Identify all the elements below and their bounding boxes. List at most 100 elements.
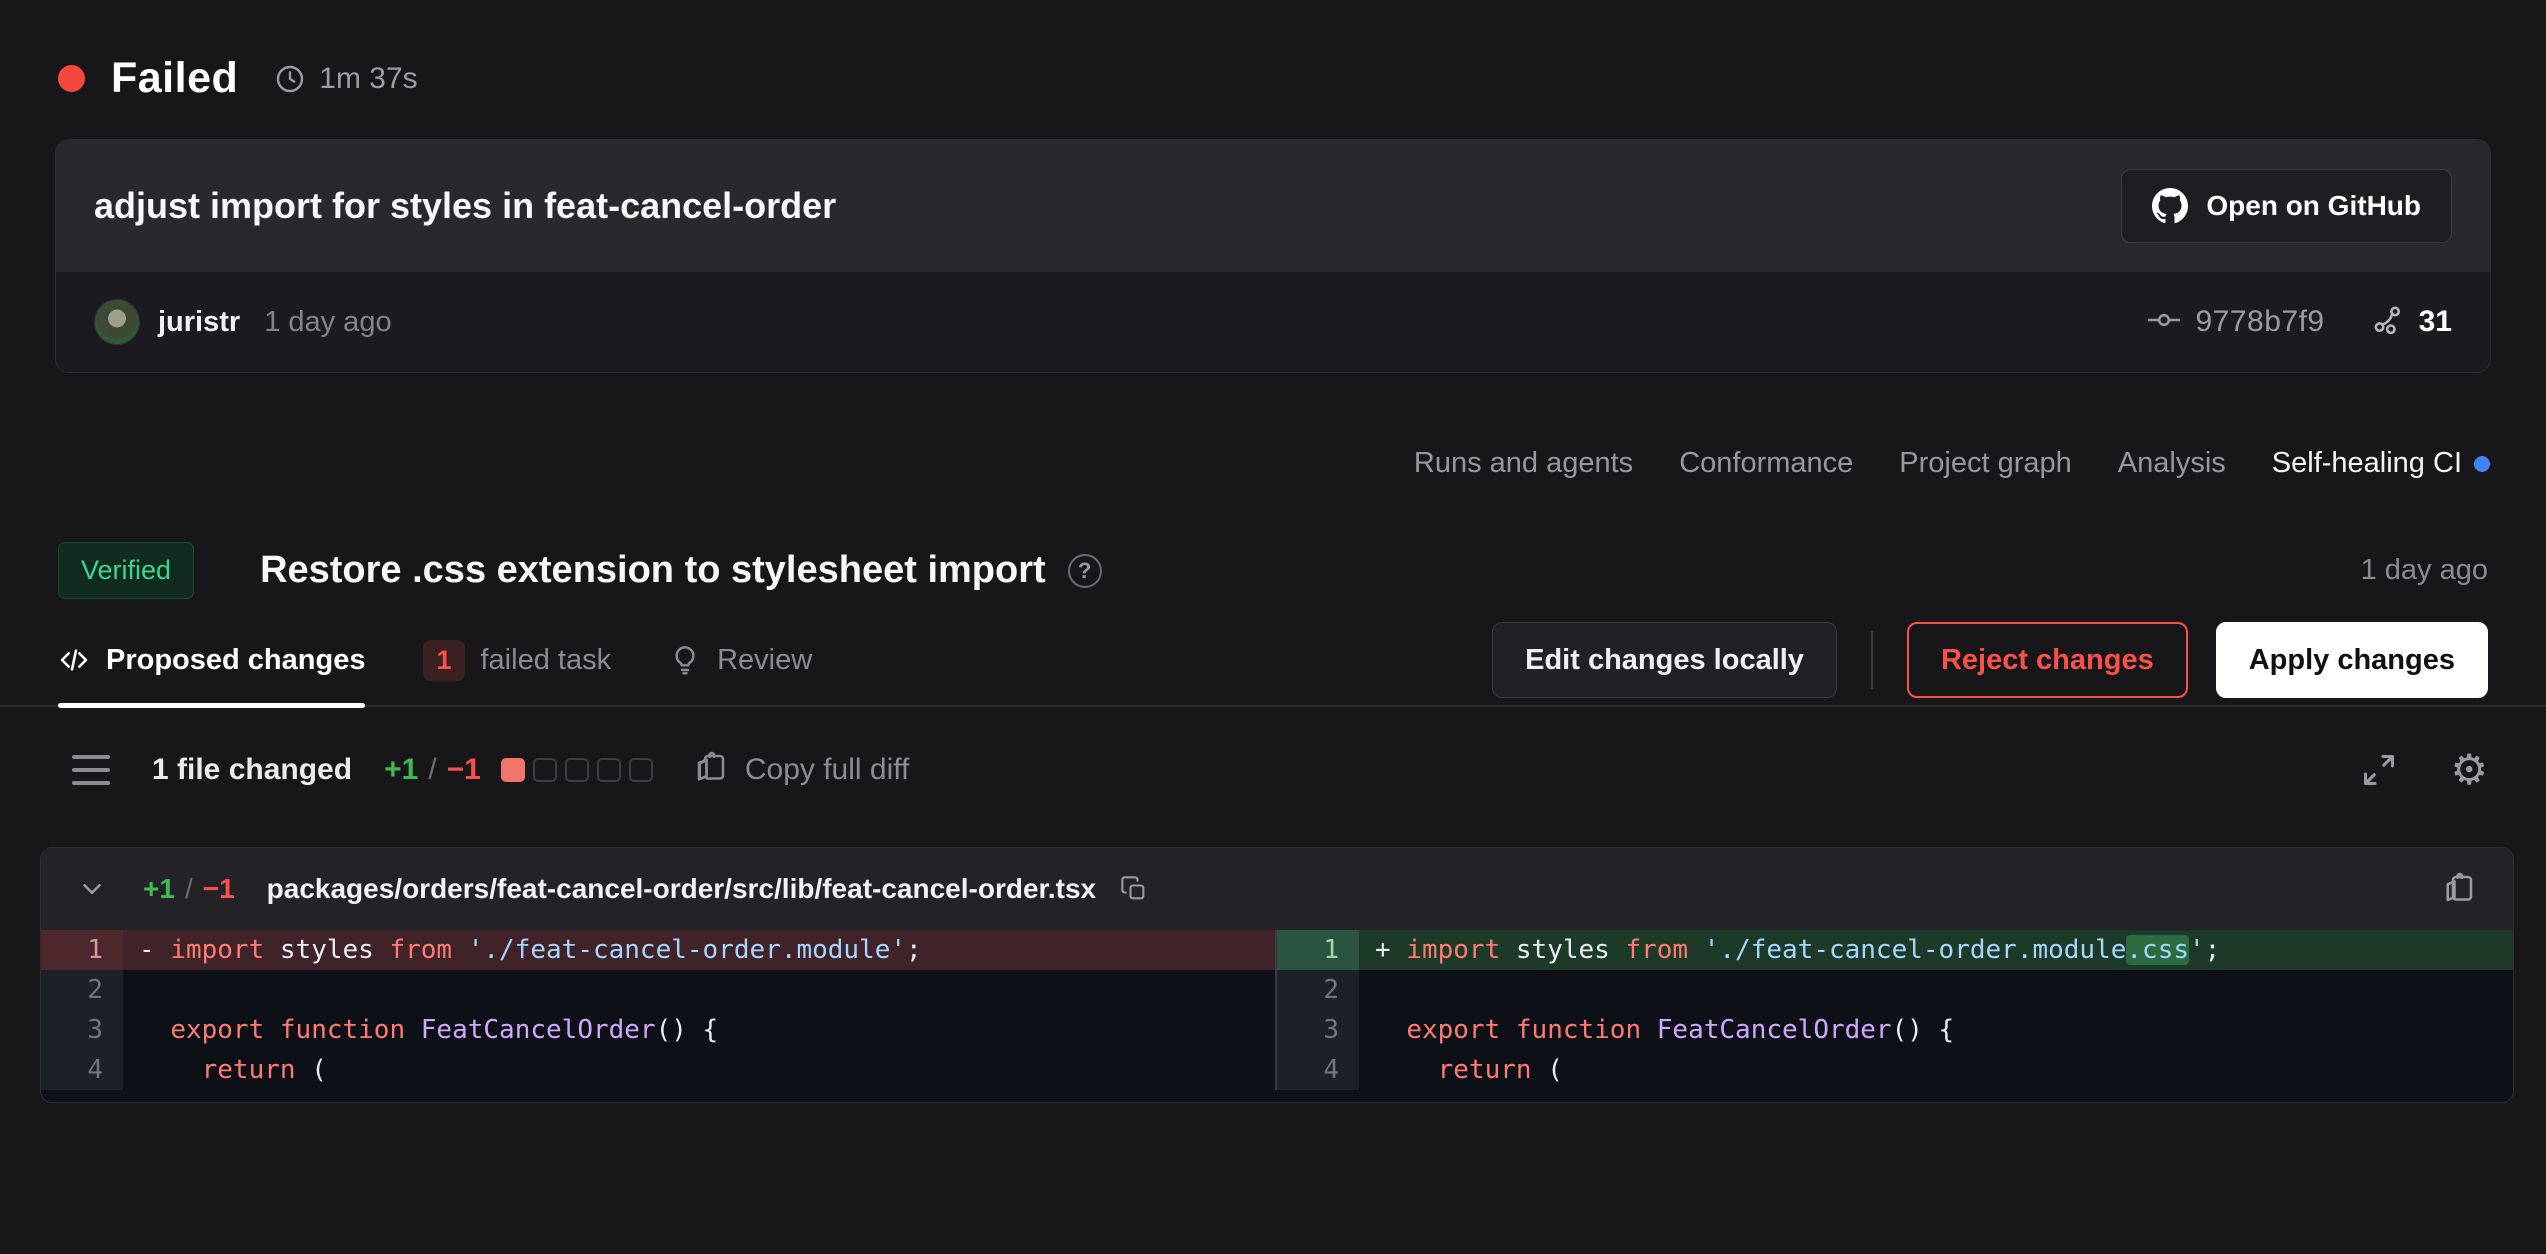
diff-toolbar-right: ⚙ — [2360, 749, 2488, 791]
line-content: return ( — [123, 1050, 1275, 1090]
diff-line[interactable]: 3 export function FeatCancelOrder() { — [1277, 1010, 2513, 1050]
line-number: 4 — [41, 1050, 123, 1090]
run-duration: 1m 37s — [274, 62, 417, 96]
stat-separator: / — [428, 753, 436, 787]
nav-runs-and-agents[interactable]: Runs and agents — [1414, 447, 1633, 480]
line-content: - import styles from './feat-cancel-orde… — [123, 930, 1275, 970]
fix-time: 1 day ago — [2361, 554, 2488, 587]
copy-full-diff-button[interactable]: Copy full diff — [693, 750, 910, 791]
additions-count: +1 — [384, 753, 418, 787]
tab-review-label: Review — [717, 644, 812, 677]
diff-line-added[interactable]: 1 + import styles from './feat-cancel-or… — [1277, 930, 2513, 970]
copy-file-diff-icon[interactable] — [2441, 871, 2477, 907]
diff-split-view: 1 - import styles from './feat-cancel-or… — [41, 930, 2513, 1102]
code-icon — [58, 644, 90, 676]
diff-pane-old: 1 - import styles from './feat-cancel-or… — [41, 930, 1277, 1090]
tab-failed-task-label: failed task — [481, 644, 612, 677]
nav-analysis[interactable]: Analysis — [2118, 447, 2226, 480]
commit-hash: 9778b7f9 — [2195, 305, 2324, 339]
clock-icon — [274, 63, 306, 95]
apply-changes-button[interactable]: Apply changes — [2216, 622, 2488, 698]
blue-dot-indicator — [2474, 456, 2490, 472]
open-on-github-button[interactable]: Open on GitHub — [2121, 169, 2452, 243]
copy-full-diff-label: Copy full diff — [745, 753, 910, 787]
diff-stats: +1 / −1 — [384, 753, 481, 787]
diff-block-empty — [629, 758, 653, 782]
failed-status-dot — [58, 65, 85, 92]
diff-blocks-indicator — [501, 758, 653, 782]
tabs-row: Proposed changes 1 failed task Review Ed… — [0, 615, 2546, 707]
diff-block-empty — [565, 758, 589, 782]
open-on-github-label: Open on GitHub — [2206, 190, 2421, 222]
github-icon — [2152, 188, 2188, 224]
line-number: 1 — [41, 930, 123, 970]
nav-project-graph[interactable]: Project graph — [1899, 447, 2072, 480]
commit-refs: 9778b7f9 31 — [2147, 303, 2452, 342]
tabs: Proposed changes 1 failed task Review — [58, 615, 812, 705]
author-name[interactable]: juristr — [158, 306, 240, 339]
line-content: + import styles from './feat-cancel-orde… — [1359, 930, 2513, 970]
action-buttons: Edit changes locally Reject changes Appl… — [1492, 622, 2488, 698]
diff-pane-new: 1 + import styles from './feat-cancel-or… — [1277, 930, 2513, 1090]
line-content: export function FeatCancelOrder() { — [123, 1010, 1275, 1050]
line-content — [123, 970, 1275, 1010]
chevron-down-icon[interactable] — [77, 874, 107, 904]
diff-line[interactable]: 2 — [41, 970, 1275, 1010]
run-duration-text: 1m 37s — [319, 62, 417, 96]
line-number: 2 — [41, 970, 123, 1010]
verified-badge: Verified — [58, 542, 194, 599]
expand-icon[interactable] — [2360, 751, 2398, 789]
tab-proposed-changes-label: Proposed changes — [106, 644, 365, 677]
commit-card-header: adjust import for styles in feat-cancel-… — [56, 140, 2490, 272]
files-changed-label: 1 file changed — [152, 753, 352, 787]
failed-count-badge: 1 — [423, 640, 464, 681]
file-path: packages/orders/feat-cancel-order/src/li… — [267, 873, 1096, 905]
diff-block-empty — [533, 758, 557, 782]
commit-hash-ref[interactable]: 9778b7f9 — [2147, 303, 2324, 342]
file-additions: +1 — [143, 873, 175, 905]
diff-line-removed[interactable]: 1 - import styles from './feat-cancel-or… — [41, 930, 1275, 970]
diff-line[interactable]: 3 export function FeatCancelOrder() { — [41, 1010, 1275, 1050]
nav-self-healing-ci-label: Self-healing CI — [2272, 447, 2462, 480]
self-healing-ci-page: Failed 1m 37s adjust import for styles i… — [0, 0, 2546, 1254]
word-diff-highlight: .css — [2126, 935, 2189, 965]
help-icon[interactable]: ? — [1068, 554, 1102, 588]
line-content — [1359, 970, 2513, 1010]
file-diff-stats: +1 / −1 — [143, 873, 235, 905]
branch-count: 31 — [2419, 305, 2452, 339]
avatar[interactable] — [94, 299, 140, 345]
file-stat-separator: / — [185, 873, 193, 905]
edit-changes-locally-button[interactable]: Edit changes locally — [1492, 622, 1837, 698]
diff-block-filled — [501, 758, 525, 782]
commit-card-meta: juristr 1 day ago 9778b7f9 — [56, 272, 2490, 372]
reject-changes-button[interactable]: Reject changes — [1907, 622, 2188, 698]
run-status-label: Failed — [111, 54, 238, 103]
fix-heading-row: Verified Restore .css extension to style… — [0, 542, 2546, 599]
branch-ref[interactable]: 31 — [2371, 303, 2452, 342]
tab-proposed-changes[interactable]: Proposed changes — [58, 615, 365, 705]
fix-title: Restore .css extension to stylesheet imp… — [260, 549, 1046, 592]
clipboard-icon — [693, 750, 729, 791]
nav-self-healing-ci[interactable]: Self-healing CI — [2272, 447, 2490, 480]
commit-message: adjust import for styles in feat-cancel-… — [94, 185, 836, 227]
line-content: return ( — [1359, 1050, 2513, 1090]
tab-failed-task[interactable]: 1 failed task — [423, 615, 611, 705]
deletions-count: −1 — [447, 753, 481, 787]
diff-line[interactable]: 4 return ( — [1277, 1050, 2513, 1090]
git-branch-icon — [2371, 303, 2405, 342]
diff-line[interactable]: 4 return ( — [41, 1050, 1275, 1090]
commit-card: adjust import for styles in feat-cancel-… — [55, 139, 2491, 373]
diff-block-empty — [597, 758, 621, 782]
file-list-menu-icon[interactable] — [72, 755, 110, 785]
copy-path-icon[interactable] — [1120, 875, 1148, 903]
diff-toolbar: 1 file changed +1 / −1 Copy full diff — [0, 749, 2546, 791]
diff-file-header: +1 / −1 packages/orders/feat-cancel-orde… — [41, 848, 2513, 930]
file-deletions: −1 — [203, 873, 235, 905]
nav-conformance[interactable]: Conformance — [1679, 447, 1853, 480]
line-number: 3 — [41, 1010, 123, 1050]
git-commit-icon — [2147, 303, 2181, 342]
tab-review[interactable]: Review — [669, 615, 812, 705]
line-content: export function FeatCancelOrder() { — [1359, 1010, 2513, 1050]
gear-icon[interactable]: ⚙ — [2450, 749, 2488, 791]
diff-line[interactable]: 2 — [1277, 970, 2513, 1010]
